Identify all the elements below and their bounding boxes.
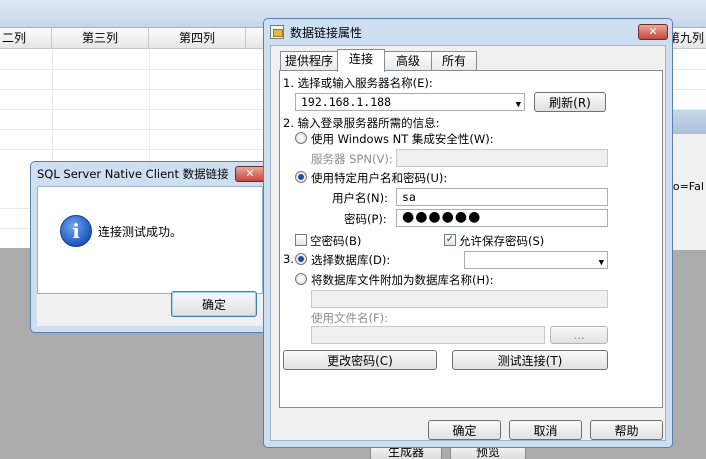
password-label: 密码(P): <box>344 212 387 226</box>
close-icon[interactable]: ✕ <box>638 24 668 40</box>
message-box-footer: 确定 <box>37 291 263 326</box>
server-name-select[interactable]: 192.168.1.188 ▼ <box>295 93 525 111</box>
blank-password-checkbox[interactable] <box>295 234 307 246</box>
server-name-value: 192.168.1.188 <box>301 95 392 109</box>
dialog-cancel-button[interactable]: 取消 <box>509 420 582 440</box>
grid-column-header[interactable]: 二列 <box>0 28 52 49</box>
info-icon: i <box>60 215 92 247</box>
server-spn-label: 服务器 SPN(V): <box>311 152 393 166</box>
tab-advanced[interactable]: 高级 <box>384 51 432 71</box>
dialog-title: 数据链接属性 <box>290 26 363 40</box>
chevron-down-icon: ▼ <box>515 100 521 110</box>
grid-column-header[interactable]: 第四列 <box>149 28 246 49</box>
step3-label: 3. <box>283 252 294 266</box>
message-box-body: i 连接测试成功。 <box>37 186 263 294</box>
step2-label: 2. 输入登录服务器所需的信息: <box>283 116 440 130</box>
dialog-ok-button[interactable]: 确定 <box>428 420 501 440</box>
database-icon <box>270 25 284 39</box>
browse-button[interactable]: ... <box>550 326 608 344</box>
dialog-help-button[interactable]: 帮助 <box>590 420 663 440</box>
use-filename-label: 使用文件名(F): <box>311 311 388 325</box>
message-text: 连接测试成功。 <box>98 225 183 239</box>
windows-auth-radio[interactable] <box>295 132 307 144</box>
server-spn-input[interactable] <box>396 149 608 167</box>
tab-connection[interactable]: 连接 <box>337 49 385 72</box>
sql-auth-radio[interactable] <box>295 171 307 183</box>
attach-db-name-input[interactable] <box>311 290 608 308</box>
windows-auth-label: 使用 Windows NT 集成安全性(W): <box>311 132 494 146</box>
username-label: 用户名(N): <box>332 191 388 205</box>
change-password-button[interactable]: 更改密码(C) <box>283 350 437 370</box>
sql-auth-label: 使用特定用户名和密码(U): <box>311 171 448 185</box>
grid-column-header[interactable]: 第三列 <box>52 28 149 49</box>
data-link-dialog: 数据链接属性 ✕ 提供程序 连接 高级 所有 1. 选择或输入服务器名称(E):… <box>263 18 673 448</box>
test-connection-button[interactable]: 测试连接(T) <box>452 350 608 370</box>
close-icon[interactable]: ✕ <box>235 166 265 182</box>
tab-provider[interactable]: 提供程序 <box>280 51 338 71</box>
allow-save-password-label: 允许保存密码(S) <box>459 234 545 248</box>
dialog-body: 提供程序 连接 高级 所有 1. 选择或输入服务器名称(E): 192.168.… <box>270 45 666 441</box>
select-db-label: 选择数据库(D): <box>311 253 391 267</box>
database-select[interactable]: ▼ <box>464 251 608 269</box>
username-input[interactable]: sa <box>396 188 608 206</box>
message-box-title: SQL Server Native Client 数据链接 <box>37 167 229 181</box>
attach-db-radio[interactable] <box>295 273 307 285</box>
chevron-down-icon: ▼ <box>598 258 604 268</box>
select-db-radio[interactable] <box>295 253 307 265</box>
blank-password-label: 空密码(B) <box>310 234 362 248</box>
refresh-button[interactable]: 刷新(R) <box>534 92 606 112</box>
allow-save-password-checkbox[interactable]: ✓ <box>444 234 456 246</box>
attach-db-label: 将数据库文件附加为数据库名称(H): <box>311 273 494 287</box>
password-input[interactable]: ●●●●●● <box>396 209 608 227</box>
ok-button[interactable]: 确定 <box>171 291 257 317</box>
tab-all[interactable]: 所有 <box>431 51 477 71</box>
connection-panel: 1. 选择或输入服务器名称(E): 192.168.1.188 ▼ 刷新(R) … <box>279 70 663 408</box>
message-box: SQL Server Native Client 数据链接 ✕ i 连接测试成功… <box>30 161 270 333</box>
step1-label: 1. 选择或输入服务器名称(E): <box>283 76 433 90</box>
filename-input[interactable] <box>311 326 545 344</box>
